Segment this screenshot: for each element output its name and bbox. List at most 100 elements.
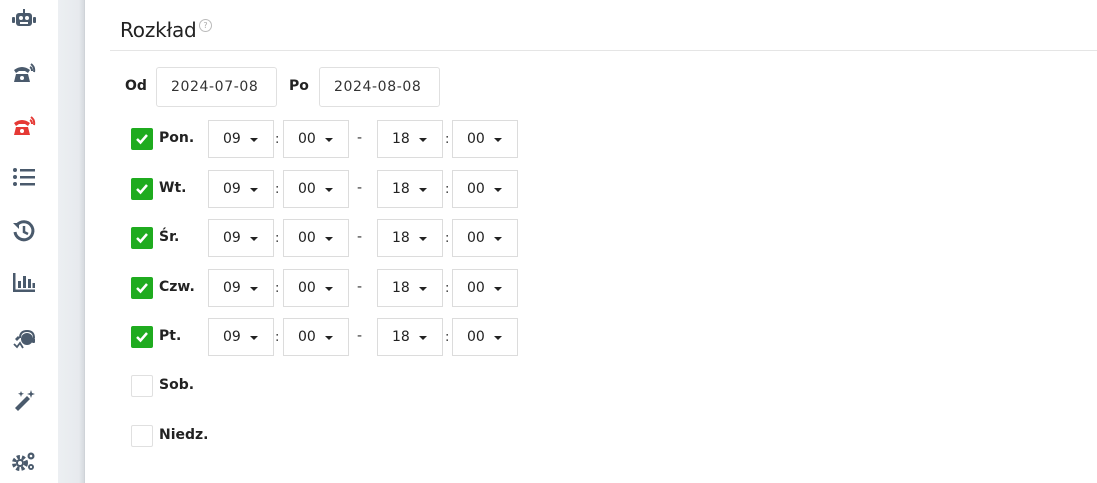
phone-incoming-active-icon[interactable]	[11, 113, 37, 139]
end-minute-select[interactable]: 00	[452, 269, 518, 307]
time-colon: :	[445, 231, 450, 246]
agent-headset-icon[interactable]	[11, 328, 37, 354]
robot-icon[interactable]	[11, 6, 37, 32]
bar-chart-icon[interactable]	[11, 269, 37, 295]
caret-down-icon	[250, 287, 258, 291]
day-checkbox[interactable]	[131, 375, 153, 397]
start-hour-select[interactable]: 09	[208, 269, 274, 307]
date-from-input[interactable]: 2024-07-08	[156, 67, 277, 107]
end-hour-select[interactable]: 18	[377, 269, 443, 307]
date-to-input[interactable]: 2024-08-08	[319, 67, 440, 107]
end-hour-select[interactable]: 18	[377, 318, 443, 356]
start-hour-select[interactable]: 09	[208, 318, 274, 356]
select-value: 09	[223, 230, 241, 246]
day-label: Śr.	[159, 229, 180, 245]
main-content: Rozkład ? Od 2024-07-08 Po 2024-08-08 Po…	[85, 0, 1097, 483]
select-value: 00	[467, 131, 485, 147]
schedule-row: Czw. 09 00 18 00: -:	[85, 269, 585, 307]
end-hour-select[interactable]: 18	[377, 170, 443, 208]
select-value: 00	[467, 329, 485, 345]
caret-down-icon	[419, 336, 427, 340]
select-value: 09	[223, 329, 241, 345]
end-hour-select[interactable]: 18	[377, 120, 443, 158]
caret-down-icon	[325, 188, 333, 192]
schedule-row: Śr. 09 00 18 00: -:	[85, 219, 585, 257]
day-checkbox[interactable]	[131, 425, 153, 447]
caret-down-icon	[250, 237, 258, 241]
select-value: 00	[467, 280, 485, 296]
day-label: Pt.	[159, 328, 182, 344]
end-hour-select[interactable]: 18	[377, 219, 443, 257]
phone-incoming-icon[interactable]	[11, 60, 37, 86]
day-checkbox[interactable]	[131, 128, 153, 150]
time-colon: :	[445, 182, 450, 197]
start-minute-select[interactable]: 00	[283, 318, 349, 356]
time-range-dash: -	[357, 229, 363, 245]
select-value: 09	[223, 131, 241, 147]
select-value: 18	[392, 230, 410, 246]
day-checkbox[interactable]	[131, 277, 153, 299]
checkmark-icon	[136, 332, 148, 343]
select-value: 09	[223, 280, 241, 296]
caret-down-icon	[419, 188, 427, 192]
select-value: 00	[298, 181, 316, 197]
start-minute-select[interactable]: 00	[283, 170, 349, 208]
day-label: Sob.	[159, 377, 195, 393]
day-label: Wt.	[159, 180, 187, 196]
select-value: 18	[392, 280, 410, 296]
select-value: 18	[392, 131, 410, 147]
time-colon: :	[275, 330, 280, 345]
time-range-dash: -	[357, 328, 363, 344]
history-icon[interactable]	[11, 218, 37, 244]
checkmark-icon	[136, 184, 148, 195]
date-to-label: Po	[289, 78, 309, 94]
start-hour-select[interactable]: 09	[208, 120, 274, 158]
caret-down-icon	[250, 336, 258, 340]
select-value: 00	[298, 280, 316, 296]
section-title: Rozkład	[120, 18, 197, 42]
end-minute-select[interactable]: 00	[452, 120, 518, 158]
schedule-row: Pon. 09 00 18 00: -:	[85, 120, 585, 158]
time-range-dash: -	[357, 279, 363, 295]
magic-wand-icon[interactable]	[11, 388, 37, 414]
select-value: 18	[392, 329, 410, 345]
end-minute-select[interactable]: 00	[452, 219, 518, 257]
caret-down-icon	[325, 138, 333, 142]
day-checkbox[interactable]	[131, 227, 153, 249]
caret-down-icon	[419, 287, 427, 291]
help-circle-icon[interactable]: ?	[199, 19, 212, 32]
start-minute-select[interactable]: 00	[283, 120, 349, 158]
day-checkbox[interactable]	[131, 178, 153, 200]
list-icon[interactable]	[11, 164, 37, 190]
day-label: Czw.	[159, 279, 195, 295]
caret-down-icon	[325, 237, 333, 241]
time-colon: :	[275, 281, 280, 296]
day-label: Pon.	[159, 130, 195, 146]
caret-down-icon	[325, 287, 333, 291]
sidebar	[0, 0, 58, 483]
caret-down-icon	[325, 336, 333, 340]
checkmark-icon	[136, 283, 148, 294]
checkmark-icon	[136, 134, 148, 145]
start-hour-select[interactable]: 09	[208, 219, 274, 257]
select-value: 00	[467, 181, 485, 197]
time-range-dash: -	[357, 130, 363, 146]
day-checkbox[interactable]	[131, 326, 153, 348]
end-minute-select[interactable]: 00	[452, 318, 518, 356]
time-colon: :	[445, 132, 450, 147]
caret-down-icon	[250, 138, 258, 142]
select-value: 00	[298, 329, 316, 345]
select-value: 18	[392, 181, 410, 197]
schedule-row: Pt. 09 00 18 00: -:	[85, 318, 585, 356]
start-minute-select[interactable]: 00	[283, 269, 349, 307]
caret-down-icon	[419, 237, 427, 241]
sidebar-divider	[58, 0, 85, 483]
title-divider	[110, 50, 1097, 51]
end-minute-select[interactable]: 00	[452, 170, 518, 208]
gears-icon[interactable]	[11, 448, 37, 474]
select-value: 09	[223, 181, 241, 197]
start-hour-select[interactable]: 09	[208, 170, 274, 208]
schedule-row: Niedz.	[85, 417, 585, 455]
caret-down-icon	[494, 237, 502, 241]
start-minute-select[interactable]: 00	[283, 219, 349, 257]
